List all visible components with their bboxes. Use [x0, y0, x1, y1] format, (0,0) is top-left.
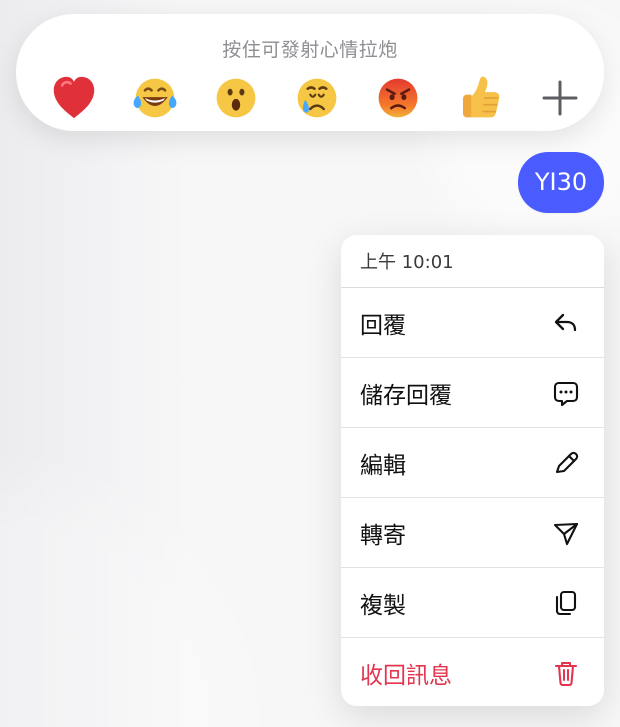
message-context-menu: 上午 10:01 回覆 儲存回覆 編輯 轉寄 複製 收回訊息	[341, 235, 604, 706]
angry-face-icon	[378, 78, 418, 118]
reply-icon	[551, 308, 581, 338]
menu-item-copy[interactable]: 複製	[341, 568, 604, 638]
menu-item-save-reply[interactable]: 儲存回覆	[341, 358, 604, 428]
reaction-bar: 按住可發射心情拉炮	[16, 14, 604, 131]
sad-reaction-button[interactable]	[287, 68, 347, 128]
heart-icon	[53, 76, 95, 119]
menu-item-forward[interactable]: 轉寄	[341, 498, 604, 568]
crying-face-icon	[297, 78, 337, 118]
menu-item-label: 編輯	[360, 452, 406, 479]
angry-reaction-button[interactable]	[368, 68, 428, 128]
menu-item-label: 複製	[360, 592, 406, 619]
menu-item-unsend[interactable]: 收回訊息	[341, 638, 604, 706]
laughing-tears-icon	[133, 78, 177, 118]
forward-icon	[551, 518, 581, 548]
message-bubble[interactable]: YI30	[518, 152, 604, 213]
menu-item-label: 轉寄	[360, 522, 406, 549]
more-reactions-button[interactable]	[530, 68, 590, 128]
plus-icon	[542, 80, 578, 116]
heart-reaction-button[interactable]	[44, 68, 104, 128]
message-dots-icon	[551, 378, 581, 408]
message-timestamp: 上午 10:01	[341, 235, 604, 288]
menu-item-edit[interactable]: 編輯	[341, 428, 604, 498]
surprised-reaction-button[interactable]	[206, 68, 266, 128]
laughing-reaction-button[interactable]	[125, 68, 185, 128]
surprised-face-icon	[216, 78, 256, 118]
trash-icon	[551, 658, 581, 688]
reaction-row	[44, 68, 594, 128]
menu-item-label: 儲存回覆	[360, 382, 452, 409]
menu-item-label: 收回訊息	[360, 663, 452, 689]
pencil-icon	[551, 448, 581, 478]
thumbs-up-reaction-button[interactable]	[449, 68, 509, 128]
menu-item-reply[interactable]: 回覆	[341, 288, 604, 358]
menu-item-label: 回覆	[360, 312, 406, 339]
thumbs-up-icon	[462, 76, 500, 118]
copy-icon	[551, 588, 581, 618]
reaction-hint: 按住可發射心情拉炮	[222, 39, 398, 61]
